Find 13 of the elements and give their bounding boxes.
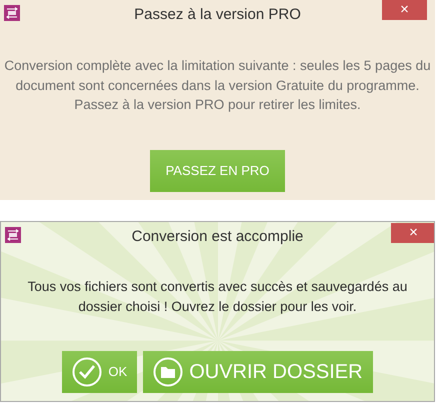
app-icon (4, 5, 20, 21)
message-text: Conversion complète avec la limitation suivante : seules les 5 pages du document sont concernées dans la version Gratuite du programme. Passez à la version PRO pour retirer les limites. (3, 57, 432, 114)
ok-button[interactable]: OK (62, 351, 138, 393)
close-button[interactable]: × (382, 0, 427, 20)
window-title: Passez à la version PRO (134, 4, 301, 25)
window-title: Conversion est accomplie (132, 226, 304, 247)
close-button[interactable]: × (391, 223, 434, 243)
app-icon (5, 227, 21, 243)
open-folder-button[interactable]: OUVRIR DOSSIER (143, 351, 373, 393)
message-text: Tous vos fichiers sont convertis avec succès et sauvegardés au dossier choisi ! Ouvrez le dossier pour les voir. (26, 278, 408, 316)
check-icon (72, 357, 102, 387)
upgrade-button[interactable]: PASSEZ EN PRO (150, 150, 285, 192)
folder-icon (153, 357, 184, 387)
